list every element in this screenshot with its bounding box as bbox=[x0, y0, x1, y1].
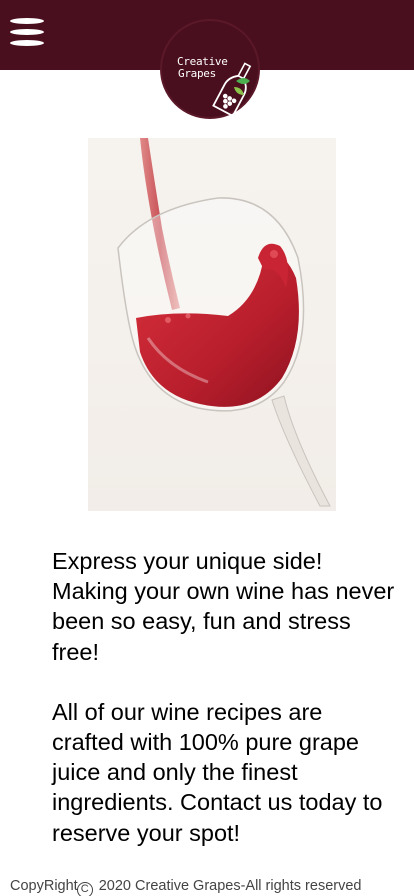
copyright-prefix: CopyRight bbox=[10, 878, 78, 894]
intro-paragraph-2: All of our wine recipes are crafted with… bbox=[52, 698, 383, 846]
wine-bottle-grapes-icon bbox=[212, 62, 252, 115]
menu-bar bbox=[10, 40, 44, 46]
copyright-icon: C bbox=[76, 882, 93, 896]
copyright-text: 2020 Creative Grapes-All rights reserved bbox=[98, 878, 362, 894]
menu-bar bbox=[10, 29, 44, 35]
intro-copy: Express your unique side! Making your ow… bbox=[52, 546, 397, 878]
creative-grapes-logo[interactable]: Creative Grapes bbox=[160, 19, 260, 119]
red-wine-pour-illustration bbox=[88, 138, 336, 511]
footer-copyright: CopyRight C 2020 Creative Grapes-All righ… bbox=[10, 878, 414, 896]
hamburger-menu-icon[interactable] bbox=[10, 16, 44, 48]
intro-paragraph-1: Express your unique side! Making your ow… bbox=[52, 548, 395, 665]
wine-glass-hero-image bbox=[88, 138, 336, 511]
menu-bar bbox=[10, 18, 44, 24]
